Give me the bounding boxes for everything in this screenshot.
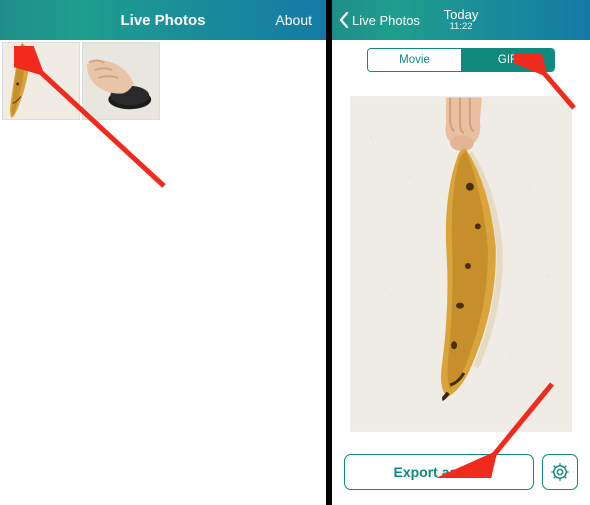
- export-button[interactable]: Export as GIF: [344, 454, 534, 490]
- chevron-left-icon: [338, 12, 350, 28]
- thumbnail-image: [3, 43, 79, 119]
- preview-area: [332, 78, 590, 449]
- preview-image: [350, 96, 572, 432]
- action-bar: Export as GIF: [332, 449, 590, 505]
- detail-header: Live Photos Today 11:22: [332, 0, 590, 40]
- format-segmented: Movie GIF: [367, 48, 555, 72]
- segmented-row: Movie GIF: [332, 40, 590, 78]
- header-title-block: Today 11:22: [444, 8, 479, 32]
- back-label: Live Photos: [352, 13, 420, 28]
- thumbnail-banana[interactable]: [2, 42, 80, 120]
- segment-gif[interactable]: GIF: [461, 49, 554, 71]
- thumbnail-grid: [0, 40, 326, 120]
- about-link[interactable]: About: [275, 12, 312, 28]
- app-title: Live Photos: [120, 12, 205, 29]
- settings-button[interactable]: [542, 454, 578, 490]
- segment-movie[interactable]: Movie: [368, 49, 461, 71]
- gear-icon: [550, 462, 570, 482]
- thumbnail-image: [83, 43, 159, 119]
- detail-pane: Live Photos Today 11:22 Movie GIF: [332, 0, 590, 505]
- header-title: Today: [444, 8, 479, 21]
- library-pane: Live Photos About: [0, 0, 326, 505]
- library-header: Live Photos About: [0, 0, 326, 40]
- thumbnail-hand-remote[interactable]: [82, 42, 160, 120]
- back-button[interactable]: Live Photos: [338, 12, 420, 28]
- header-time: 11:22: [449, 22, 472, 32]
